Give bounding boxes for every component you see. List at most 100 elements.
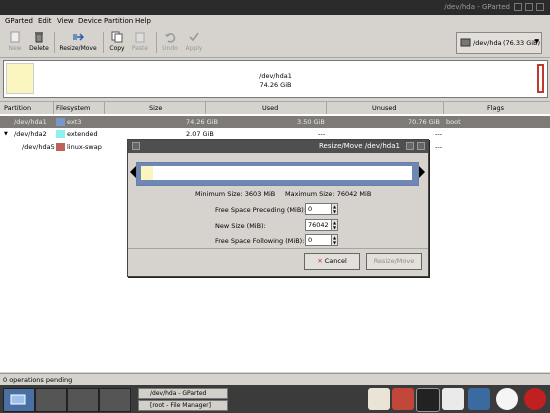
row-flags: boot <box>446 118 461 126</box>
row-filesystem: linux-swap <box>67 143 102 151</box>
device-selector[interactable]: /dev/hda (76.33 GiB) ▼ <box>456 32 542 54</box>
partition-used-space <box>141 166 153 180</box>
paste-icon <box>135 32 145 43</box>
copy-icon <box>111 31 123 43</box>
min-size-label: Minimum Size: 3603 MiB <box>195 190 276 198</box>
toolbar-separator <box>103 32 104 53</box>
task-gparted-label: /dev/hda - GParted <box>150 390 207 397</box>
resize-move-confirm-label: Resize/Move <box>373 257 415 265</box>
following-stepper[interactable]: ▲ ▼ <box>331 234 338 246</box>
status-text: 0 operations pending <box>3 376 73 384</box>
undo-label: Undo <box>162 45 178 52</box>
paste-label: Paste <box>131 45 149 52</box>
workspace-3[interactable] <box>67 388 99 412</box>
delete-label: Delete <box>29 45 49 52</box>
copy-button[interactable]: Copy <box>107 30 127 56</box>
new-icon <box>10 31 20 43</box>
maximize-button[interactable] <box>525 3 533 11</box>
row-used: 3.50 GiB <box>297 118 325 126</box>
undo-button[interactable]: Undo <box>160 30 180 56</box>
paste-button[interactable]: Paste <box>130 30 150 56</box>
menu-help[interactable]: Help <box>135 17 151 25</box>
cancel-label: Cancel <box>324 257 347 265</box>
trash-icon <box>35 32 43 43</box>
terminal-icon[interactable] <box>416 388 440 412</box>
filesystem-color-swatch <box>56 143 65 151</box>
row-partition: /dev/hda1 <box>14 118 47 126</box>
harddisk-icon <box>460 38 471 47</box>
copy-label: Copy <box>109 45 125 52</box>
undo-icon <box>165 33 176 43</box>
new-button[interactable]: New <box>4 30 26 56</box>
screen-icon[interactable] <box>468 388 490 410</box>
workspace-2[interactable] <box>35 388 67 412</box>
menu-gparted[interactable]: GParted <box>5 17 33 25</box>
column-flags[interactable]: Flags <box>487 104 504 112</box>
resize-icon <box>73 33 84 41</box>
new-label: New <box>8 45 22 52</box>
column-used[interactable]: Used <box>262 104 278 112</box>
device-label: /dev/hda <box>473 39 502 47</box>
row-partition: /dev/hda5 <box>22 143 55 151</box>
resize-move-confirm-button[interactable]: Resize/Move <box>366 253 422 270</box>
expander-triangle-icon[interactable]: ▼ <box>4 131 8 137</box>
resize-move-button[interactable]: Resize/Move <box>58 30 98 56</box>
resize-move-dialog: Resize/Move /dev/hda1 Minimum Size: 3603… <box>127 139 429 277</box>
menu-edit[interactable]: Edit <box>38 17 52 25</box>
minimize-button[interactable] <box>514 3 522 11</box>
start-menu-button[interactable] <box>3 388 35 412</box>
cancel-button[interactable]: ✕ Cancel <box>304 253 360 270</box>
dialog-title: Resize/Move /dev/hda1 <box>318 142 400 150</box>
power-icon[interactable] <box>496 388 518 410</box>
dialog-menu-button[interactable] <box>132 142 140 150</box>
window-title: /dev/hda - GParted <box>444 3 510 11</box>
task-gparted[interactable]: /dev/hda - GParted <box>138 388 228 399</box>
row-unused: 70.76 GiB <box>408 118 440 126</box>
row-filesystem: ext3 <box>67 118 82 126</box>
partition-block[interactable] <box>141 166 412 180</box>
apply-button[interactable]: Apply <box>183 30 205 56</box>
row-size: 2.07 GiB <box>186 130 214 138</box>
resize-partition-map[interactable] <box>136 162 419 186</box>
menubar: GParted Edit View Device Partition Help <box>0 15 550 29</box>
delete-button[interactable]: Delete <box>27 30 51 56</box>
toolbar-separator <box>156 32 157 53</box>
workspace-4[interactable] <box>99 388 131 412</box>
task-file-manager-label: [root - File Manager] <box>150 402 211 409</box>
swap-partition-block[interactable] <box>537 64 544 93</box>
checkmark-icon <box>189 32 199 42</box>
column-unused[interactable]: Unused <box>372 104 397 112</box>
dialog-separator <box>128 248 428 249</box>
max-size-label: Maximum Size: 76042 MiB <box>285 190 372 198</box>
window-titlebar: /dev/hda - GParted <box>0 0 550 15</box>
column-partition[interactable]: Partition <box>4 104 31 112</box>
menu-view[interactable]: View <box>57 17 74 25</box>
new-size-label: New Size (MiB): <box>215 222 266 230</box>
column-size[interactable]: Size <box>149 104 162 112</box>
new-size-stepper[interactable]: ▲ ▼ <box>331 219 338 231</box>
toolbar-separator <box>54 32 55 53</box>
preceding-stepper[interactable]: ▲ ▼ <box>331 203 338 215</box>
menu-device[interactable]: Device <box>78 17 102 25</box>
disk-map-partition-name: /dev/hda1 <box>259 72 292 80</box>
editor-icon[interactable] <box>442 388 464 410</box>
table-row[interactable]: /dev/hda1 ext3 74.26 GiB 3.50 GiB 70.76 … <box>0 116 550 128</box>
tool-icon[interactable] <box>392 388 414 410</box>
shutdown-icon[interactable] <box>524 388 546 410</box>
chevron-down-icon: ▼ <box>534 38 539 45</box>
close-button[interactable] <box>536 3 544 11</box>
disk-map[interactable]: /dev/hda1 74.26 GiB <box>3 60 548 98</box>
filesystem-color-swatch <box>56 118 65 126</box>
taskbar: /dev/hda - GParted [root - File Manager] <box>0 385 550 413</box>
row-used: --- <box>318 130 326 138</box>
task-file-manager[interactable]: [root - File Manager] <box>138 400 228 411</box>
preceding-label: Free Space Preceding (MiB): <box>215 206 307 214</box>
monitor-icon <box>10 394 26 405</box>
menu-partition[interactable]: Partition <box>104 17 133 25</box>
column-filesystem[interactable]: Filesystem <box>56 104 90 112</box>
dialog-minimize-button[interactable] <box>406 142 414 150</box>
row-size: 74.26 GiB <box>186 118 218 126</box>
right-resize-handle-icon[interactable] <box>419 166 425 178</box>
mail-icon[interactable] <box>368 388 390 410</box>
dialog-close-button[interactable] <box>417 142 425 150</box>
